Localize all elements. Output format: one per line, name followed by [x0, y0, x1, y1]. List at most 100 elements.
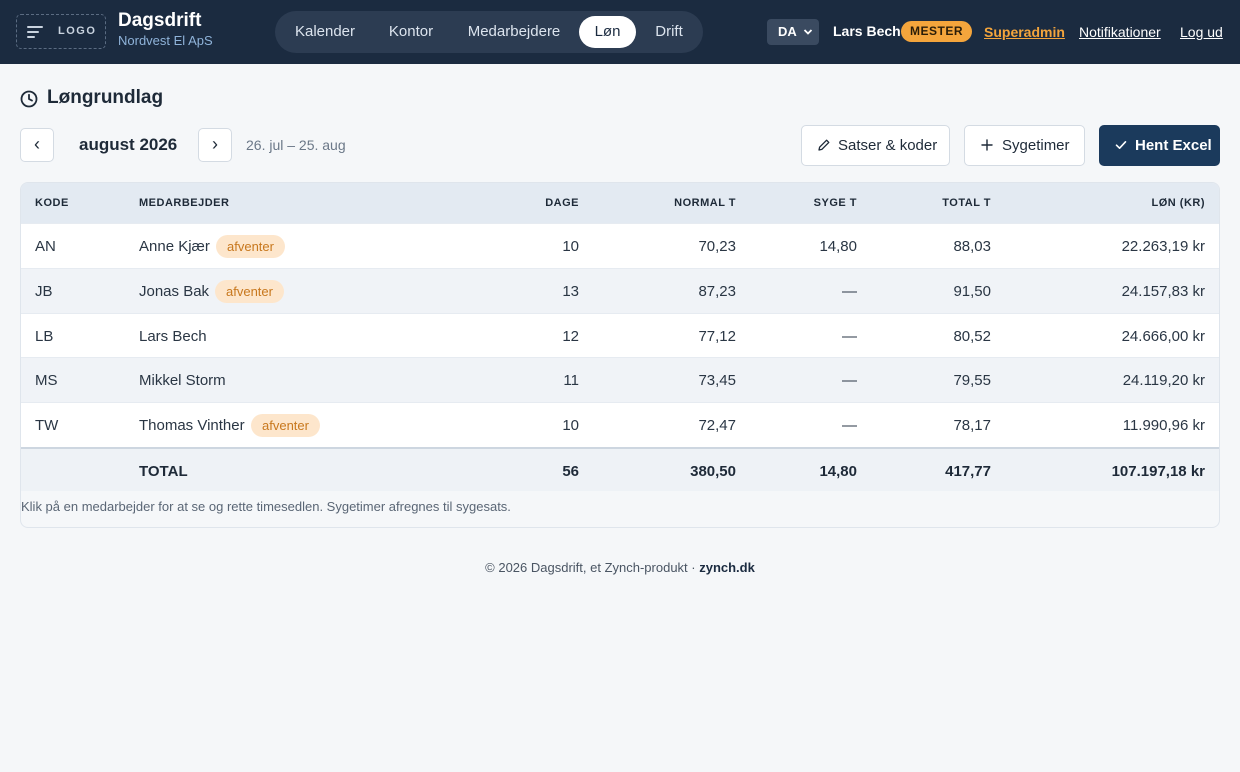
chevron-left-icon: ‹ — [34, 134, 40, 154]
totals-total-hours: 417,77 — [945, 463, 991, 480]
totals-row: TOTAL 56 380,50 14,80 417,77 107.197,18 … — [21, 447, 1219, 491]
export-excel-label: Hent Excel — [1135, 137, 1212, 154]
row-days: 13 — [562, 283, 579, 300]
sick-hours-label: Sygetimer — [1002, 137, 1070, 154]
pencil-icon — [818, 139, 830, 151]
nav-kalender[interactable]: Kalender — [281, 16, 369, 48]
company-name: Nordvest El ApS — [118, 33, 213, 48]
row-pay: 24.157,83 kr — [1121, 283, 1205, 300]
row-total-hours: 78,17 — [953, 417, 991, 434]
table-row[interactable]: AN Anne Kjær afventer 10 70,23 14,80 88,… — [21, 223, 1219, 268]
row-days: 10 — [562, 238, 579, 255]
totals-pay: 107.197,18 kr — [1111, 463, 1205, 480]
nav-lon[interactable]: Løn — [579, 16, 636, 48]
row-days: 12 — [562, 328, 579, 345]
totals-label: TOTAL — [139, 463, 188, 480]
table-row[interactable]: MS Mikkel Storm 11 73,45 — 79,55 24.119,… — [21, 357, 1219, 402]
column-employee: MEDARBEJDER — [139, 197, 230, 209]
row-pay: 24.666,00 kr — [1121, 328, 1205, 345]
row-employee-name: Anne Kjær — [139, 238, 210, 255]
row-total-hours: 91,50 — [953, 283, 991, 300]
table-header: KODE MEDARBEJDER DAGE NORMAL T SYGE T TO… — [21, 183, 1219, 223]
row-code: TW — [35, 417, 59, 434]
table-row[interactable]: TW Thomas Vinther afventer 10 72,47 — 78… — [21, 402, 1219, 447]
totals-sick-hours: 14,80 — [819, 463, 857, 480]
row-sick-hours: — — [842, 328, 857, 345]
sick-hours-button[interactable]: Sygetimer — [964, 125, 1085, 166]
main-nav: Kalender Kontor Medarbejdere Løn Drift — [275, 11, 703, 53]
row-total-hours: 88,03 — [953, 238, 991, 255]
totals-days: 56 — [562, 463, 579, 480]
row-normal-hours: 87,23 — [698, 283, 736, 300]
chevron-down-icon — [803, 19, 813, 56]
row-sick-hours: — — [842, 417, 857, 434]
superadmin-link[interactable]: Superadmin — [984, 24, 1065, 40]
logo-placeholder: LOGO — [58, 25, 97, 37]
column-pay: LØN (KR) — [1151, 197, 1205, 209]
row-normal-hours: 72,47 — [698, 417, 736, 434]
language-value: DA — [778, 24, 797, 39]
notifications-link[interactable]: Notifikationer — [1079, 24, 1161, 40]
logout-link[interactable]: Log ud — [1180, 24, 1223, 40]
row-normal-hours: 73,45 — [698, 372, 736, 389]
table-row[interactable]: JB Jonas Bak afventer 13 87,23 — 91,50 2… — [21, 268, 1219, 313]
nav-kontor[interactable]: Kontor — [375, 16, 447, 48]
role-badge: MESTER — [901, 21, 973, 42]
row-pay: 11.990,96 kr — [1122, 417, 1205, 434]
row-pay: 22.263,19 kr — [1121, 238, 1205, 255]
row-days: 10 — [562, 417, 579, 434]
nav-medarbejdere[interactable]: Medarbejdere — [453, 16, 575, 48]
table-row[interactable]: LB Lars Bech 12 77,12 — 80,52 24.666,00 … — [21, 313, 1219, 358]
table-hint: Klik på en medarbejder for at se og rett… — [21, 499, 511, 514]
brand-title: Dagsdrift — [118, 10, 202, 31]
column-sick-hours: SYGE T — [813, 197, 857, 209]
totals-normal-hours: 380,50 — [690, 463, 736, 480]
row-employee-name: Thomas Vinther — [139, 417, 245, 434]
status-badge: afventer — [215, 280, 284, 303]
row-sick-hours: — — [842, 283, 857, 300]
column-days: DAGE — [545, 197, 579, 209]
status-badge: afventer — [251, 414, 320, 437]
row-code: AN — [35, 238, 56, 255]
menu-logo-button[interactable]: LOGO — [16, 14, 106, 49]
chevron-right-icon: › — [212, 134, 218, 154]
plus-icon — [981, 139, 993, 151]
row-employee-name: Lars Bech — [139, 328, 207, 345]
nav-drift[interactable]: Drift — [641, 16, 697, 48]
page-title: Løngrundlag — [47, 87, 164, 108]
next-month-button[interactable]: › — [198, 128, 232, 162]
column-total-hours: TOTAL T — [942, 197, 991, 209]
row-normal-hours: 70,23 — [698, 238, 736, 255]
row-code: LB — [35, 328, 54, 345]
footer-link[interactable]: zynch.dk — [699, 560, 755, 575]
row-sick-hours: 14,80 — [819, 238, 857, 255]
footer-copyright: © 2026 Dagsdrift, et Zynch-produkt · — [485, 560, 700, 575]
footer: © 2026 Dagsdrift, et Zynch-produkt · zyn… — [0, 560, 1240, 575]
payroll-table: KODE MEDARBEJDER DAGE NORMAL T SYGE T TO… — [20, 182, 1220, 528]
period-range: 26. jul – 25. aug — [246, 137, 346, 153]
status-badge: afventer — [216, 235, 285, 258]
row-employee-name: Jonas Bak — [139, 283, 210, 300]
clock-icon — [20, 90, 38, 108]
row-total-hours: 80,52 — [953, 328, 991, 345]
row-total-hours: 79,55 — [953, 372, 991, 389]
language-select[interactable]: DA — [767, 19, 819, 45]
current-month: august 2026 — [79, 135, 178, 154]
column-normal-hours: NORMAL T — [674, 197, 736, 209]
row-code: JB — [35, 283, 53, 300]
hamburger-icon — [27, 26, 43, 38]
row-employee-name: Mikkel Storm — [139, 372, 226, 389]
row-pay: 24.119,20 kr — [1122, 372, 1205, 389]
user-name: Lars Bech — [833, 23, 901, 39]
row-sick-hours: — — [842, 372, 857, 389]
top-navigation-bar: LOGO Dagsdrift Nordvest El ApS Kalender … — [0, 0, 1240, 64]
column-code: KODE — [35, 197, 69, 209]
row-normal-hours: 77,12 — [698, 328, 736, 345]
previous-month-button[interactable]: ‹ — [20, 128, 54, 162]
export-excel-button[interactable]: Hent Excel — [1099, 125, 1220, 166]
row-days: 11 — [563, 372, 579, 389]
check-icon — [1115, 141, 1127, 149]
rates-codes-button[interactable]: Satser & koder — [801, 125, 950, 166]
row-code: MS — [35, 372, 58, 389]
rates-codes-label: Satser & koder — [838, 137, 938, 154]
